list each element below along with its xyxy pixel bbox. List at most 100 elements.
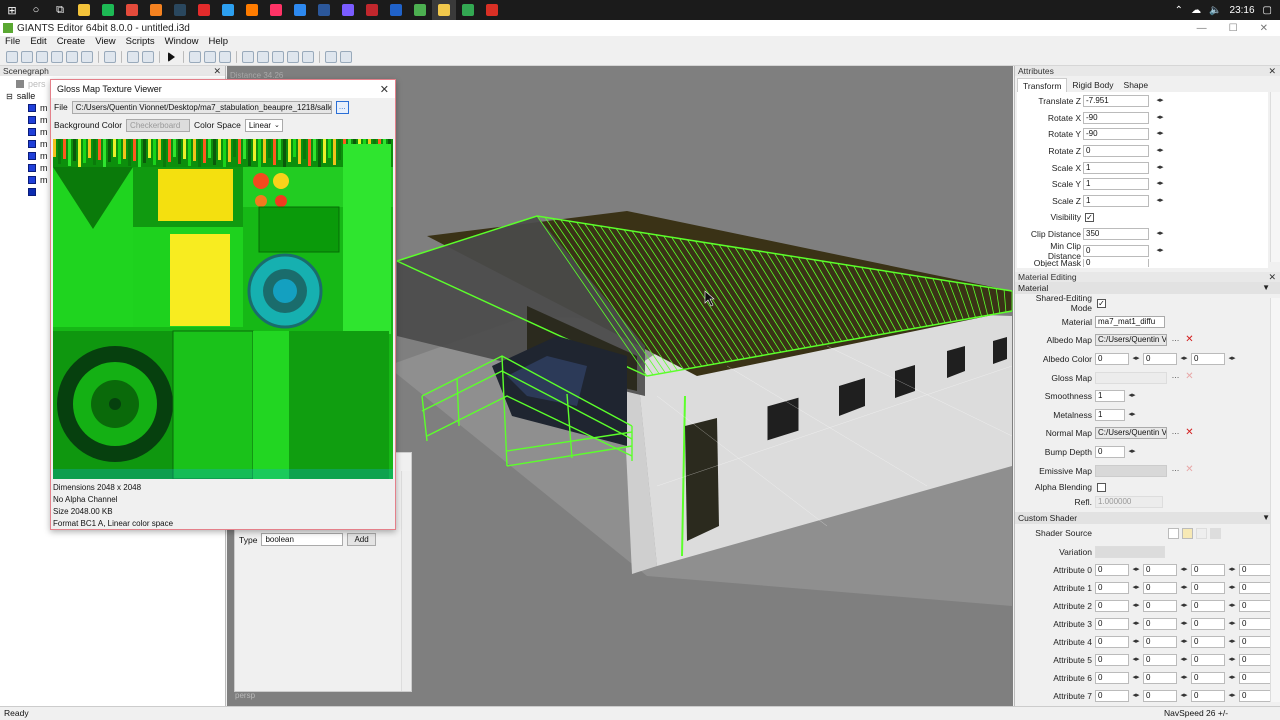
tab-rigid-body[interactable]: Rigid Body <box>1067 78 1118 92</box>
custom-shader-section-header[interactable]: Custom Shader ▼ <box>1015 511 1280 524</box>
shader-attribute-input[interactable]: 0 <box>1143 582 1177 595</box>
spin-arrows-icon[interactable]: ◂▸ <box>1227 583 1237 593</box>
transform-input[interactable]: -7.951 <box>1083 95 1149 108</box>
browse-button[interactable]: … <box>1170 427 1181 439</box>
taskbar-illustrator-icon[interactable] <box>240 0 264 20</box>
placement-tool-icon[interactable] <box>302 50 314 63</box>
shader-attribute-input[interactable]: 0 <box>1095 636 1129 649</box>
spin-arrows-icon[interactable]: ◂▸ <box>1127 391 1137 401</box>
spin-arrows-icon[interactable]: ◂▸ <box>1179 691 1189 701</box>
spin-arrows-icon[interactable]: ◂▸ <box>1155 96 1165 106</box>
spin-arrows-icon[interactable]: ◂▸ <box>1155 163 1165 173</box>
refl-input[interactable]: 1.000000 <box>1095 496 1163 509</box>
taskbar-app-green2-icon[interactable] <box>456 0 480 20</box>
spin-arrows-icon[interactable]: ◂▸ <box>1155 179 1165 189</box>
taskbar-app-red-icon[interactable] <box>360 0 384 20</box>
save-icon[interactable] <box>36 50 48 63</box>
min-clip-distance-input[interactable]: 0 <box>1083 244 1149 257</box>
smoothness-input[interactable]: 1 <box>1095 390 1125 403</box>
spin-arrows-icon[interactable]: ◂▸ <box>1155 146 1165 156</box>
spin-arrows-icon[interactable]: ◂▸ <box>1227 619 1237 629</box>
spin-arrows-icon[interactable]: ◂▸ <box>1131 583 1141 593</box>
task-view-icon[interactable]: ⧉ <box>48 0 72 20</box>
shader-attribute-input[interactable]: 0 <box>1191 690 1225 703</box>
spin-arrows-icon[interactable]: ◂▸ <box>1179 601 1189 611</box>
albedo-color-b[interactable]: 0 <box>1191 353 1225 366</box>
clear-icon[interactable]: ✕ <box>1184 427 1195 439</box>
spin-arrows-icon[interactable]: ◂▸ <box>1227 655 1237 665</box>
taskbar-steam-icon[interactable] <box>168 0 192 20</box>
normal-map-field[interactable]: C:/Users/Quentin V <box>1095 427 1167 440</box>
new-file-icon[interactable] <box>6 50 18 63</box>
spin-arrows-icon[interactable]: ◂▸ <box>1227 673 1237 683</box>
browse-button[interactable]: … <box>1170 334 1181 346</box>
windows-start-icon[interactable]: ⊞ <box>0 0 24 20</box>
taskbar-photoshop-icon[interactable] <box>216 0 240 20</box>
spin-arrows-icon[interactable]: ◂▸ <box>1155 129 1165 139</box>
shader-attribute-input[interactable]: 0 <box>1143 654 1177 667</box>
texture-tool-icon[interactable] <box>287 50 299 63</box>
maximize-icon[interactable]: ☐ <box>1229 23 1238 34</box>
shader-attribute-input[interactable]: 0 <box>1239 582 1273 595</box>
close-window-icon[interactable]: ✕ <box>1260 23 1268 34</box>
transform-input[interactable]: -90 <box>1083 111 1149 124</box>
shader-attribute-input[interactable]: 0 <box>1095 600 1129 613</box>
spin-arrows-icon[interactable]: ◂▸ <box>1179 655 1189 665</box>
spin-arrows-icon[interactable]: ◂▸ <box>1179 673 1189 683</box>
variation-select[interactable] <box>1095 545 1165 558</box>
taskbar-spotify-icon[interactable] <box>96 0 120 20</box>
shader-attribute-input[interactable]: 0 <box>1143 564 1177 577</box>
clear-icon[interactable]: ✕ <box>1184 372 1195 383</box>
network-icon[interactable]: ☁ <box>1191 5 1201 16</box>
color-space-select[interactable]: Linear ⌄ <box>244 118 283 132</box>
shader-attribute-input[interactable]: 0 <box>1191 672 1225 685</box>
spin-arrows-icon[interactable]: ◂▸ <box>1227 637 1237 647</box>
shader-attribute-input[interactable]: 0 <box>1191 564 1225 577</box>
object-mask-input[interactable]: 0 <box>1083 258 1149 267</box>
spin-arrows-icon[interactable]: ◂▸ <box>1127 447 1137 457</box>
close-icon[interactable]: ✕ <box>380 83 389 96</box>
albedo-color-r[interactable]: 0 <box>1095 353 1129 366</box>
material-section-header[interactable]: Material ▼ <box>1015 282 1280 294</box>
export-icon[interactable] <box>66 50 78 63</box>
shader-attribute-input[interactable]: 0 <box>1191 654 1225 667</box>
clear-icon[interactable] <box>1196 527 1207 539</box>
folder-icon[interactable] <box>1182 527 1193 539</box>
print-icon[interactable] <box>81 50 93 63</box>
refresh-icon[interactable] <box>104 50 116 63</box>
transform-input[interactable]: 0 <box>1083 145 1149 158</box>
add-attribute-button[interactable]: Add <box>347 533 376 546</box>
shader-attribute-input[interactable]: 0 <box>1143 636 1177 649</box>
settings-advanced-icon[interactable] <box>340 50 352 63</box>
visibility-checkbox[interactable]: ✓ <box>1085 212 1094 222</box>
taskbar-indesign-icon[interactable] <box>264 0 288 20</box>
menu-create[interactable]: Create <box>52 36 91 48</box>
move-tool-icon[interactable] <box>204 50 216 63</box>
spin-arrows-icon[interactable]: ◂▸ <box>1179 619 1189 629</box>
volume-icon[interactable]: 🔈 <box>1209 5 1221 16</box>
browse-button[interactable]: … <box>1170 372 1181 383</box>
save-as-icon[interactable] <box>51 50 63 63</box>
play-icon[interactable] <box>168 51 175 62</box>
spin-arrows-icon[interactable]: ◂▸ <box>1227 691 1237 701</box>
close-icon[interactable]: ✕ <box>1268 272 1276 282</box>
taskbar-giants-editor-icon[interactable] <box>432 0 456 20</box>
menu-view[interactable]: View <box>90 36 120 48</box>
redo-icon[interactable] <box>142 50 154 63</box>
alpha-blending-checkbox[interactable] <box>1097 482 1106 492</box>
settings-gear-icon[interactable] <box>325 50 337 63</box>
cortana-search-icon[interactable]: ○ <box>24 0 48 20</box>
terrain-tool-icon[interactable] <box>242 50 254 63</box>
transform-input[interactable]: 1 <box>1083 178 1149 191</box>
background-color-select[interactable]: Checkerboard <box>126 118 191 132</box>
shader-attribute-input[interactable]: 0 <box>1095 690 1129 703</box>
new-file-icon[interactable] <box>1168 527 1179 539</box>
taskbar-acrobat-icon[interactable] <box>192 0 216 20</box>
spin-arrows-icon[interactable]: ◂▸ <box>1131 637 1141 647</box>
scrollbar[interactable] <box>401 471 411 691</box>
taskbar-explorer-icon[interactable] <box>72 0 96 20</box>
shader-attribute-input[interactable]: 0 <box>1095 564 1129 577</box>
transform-input[interactable]: 1 <box>1083 194 1149 207</box>
emissive-map-field[interactable] <box>1095 464 1167 477</box>
shader-source-field[interactable] <box>1095 527 1165 540</box>
